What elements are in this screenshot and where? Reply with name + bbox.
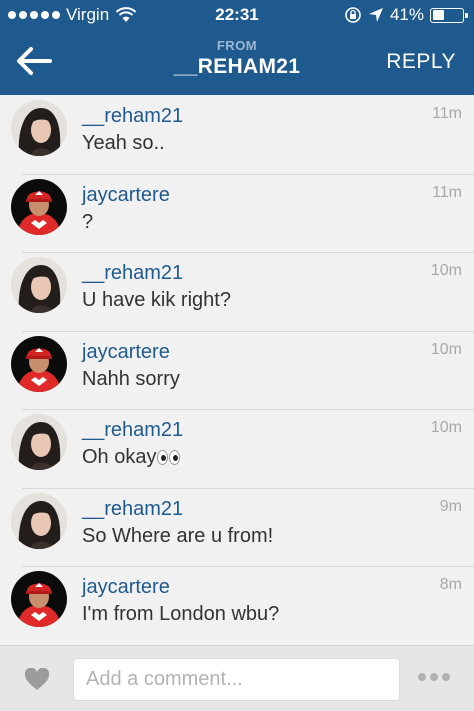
top-bar: Virgin 22:31 41% FROM __REHAM21 REPLY [0, 0, 474, 95]
message-text-content: Nahh sorry [82, 367, 180, 390]
avatar[interactable] [11, 492, 67, 549]
location-arrow-icon [368, 8, 383, 22]
reply-button[interactable]: REPLY [386, 50, 456, 74]
message-username[interactable]: __reham21 [82, 419, 183, 442]
message-time: 11m [432, 105, 462, 122]
message-text: ? [82, 211, 93, 234]
comment-composer [0, 645, 474, 711]
message-row[interactable]: jaycartere Nahh sorry 10m [0, 330, 474, 409]
message-list: __reham21 Yeah so.. 11m jaycartere? 11m __reh… [0, 95, 474, 645]
message-text: U have kik right? [82, 289, 231, 312]
message-text-content: U have kik right? [82, 289, 231, 311]
message-text: I'm from London wbu? [82, 603, 279, 626]
message-row[interactable]: __reham21 Oh okay 10m [0, 409, 474, 488]
message-time: 10m [430, 419, 462, 436]
message-row[interactable]: __reham21 So Where are u from! 9m [0, 487, 474, 566]
avatar[interactable] [11, 414, 67, 470]
status-bar: Virgin 22:31 41% [0, 0, 474, 32]
message-text-content: ? [82, 210, 94, 233]
message-text-content: So Where are u from! [82, 524, 274, 547]
message-time: 11m [432, 183, 462, 201]
rotation-lock-icon [345, 7, 361, 23]
avatar[interactable] [11, 257, 67, 313]
message-text-content: I'm from London wbu? [82, 603, 280, 625]
eyes-emoji-icon [157, 450, 181, 466]
message-text: Yeah so.. [82, 132, 165, 155]
message-username[interactable]: __reham21 [82, 105, 183, 128]
avatar[interactable] [11, 571, 67, 627]
avatar[interactable] [11, 100, 67, 156]
message-time: 8m [439, 576, 462, 593]
avatar[interactable] [11, 178, 67, 235]
message-row[interactable]: jaycartere I'm from London wbu? 8m [0, 566, 474, 645]
message-text: Nahh sorry [82, 368, 180, 391]
message-text: Oh okay [82, 446, 181, 469]
message-text-content: Oh okay [82, 446, 157, 468]
message-row[interactable]: jaycartere? 11m [0, 173, 474, 252]
message-time: 10m [430, 340, 462, 358]
message-row[interactable]: __reham21 Yeah so.. 11m [0, 95, 474, 174]
message-username[interactable]: jaycartere [82, 184, 170, 207]
message-text-content: Yeah so.. [82, 132, 165, 154]
battery-percent: 41% [389, 5, 424, 24]
heart-icon[interactable] [24, 668, 50, 692]
message-time: 10m [430, 262, 462, 279]
message-text: So Where are u from! [82, 525, 273, 548]
message-username[interactable]: __reham21 [82, 498, 183, 521]
battery-icon [430, 7, 468, 23]
more-dots-icon[interactable] [418, 673, 450, 681]
comment-input[interactable] [73, 658, 400, 701]
message-time: 9m [439, 497, 462, 515]
message-username[interactable]: jaycartere [82, 576, 170, 599]
message-row[interactable]: __reham21 U have kik right? 10m [0, 252, 474, 331]
message-username[interactable]: __reham21 [82, 262, 183, 285]
avatar[interactable] [11, 335, 67, 392]
message-username[interactable]: jaycartere [82, 341, 170, 364]
